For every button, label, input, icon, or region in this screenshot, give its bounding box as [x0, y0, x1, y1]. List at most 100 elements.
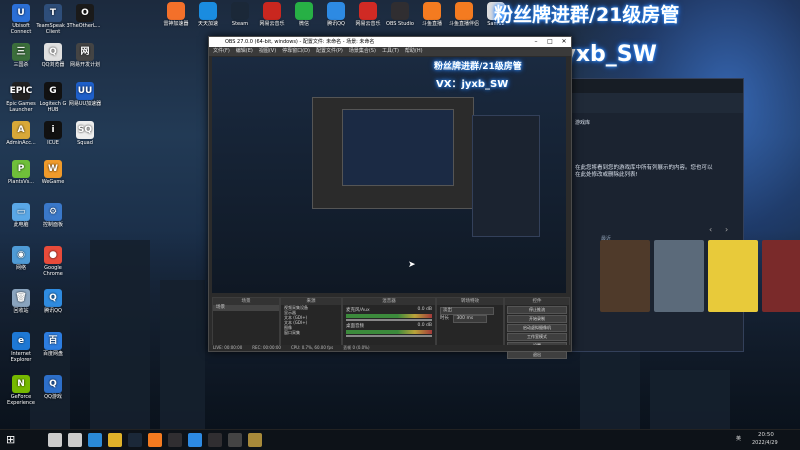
duration-input[interactable]: 300 ms — [453, 315, 488, 323]
obs-icon[interactable] — [168, 433, 182, 447]
desktop-icon[interactable]: 网易云音乐 — [256, 2, 288, 27]
desktop-icon[interactable]: W WeGame — [34, 160, 72, 185]
desktop-icon[interactable]: 腾讯QQ — [320, 2, 352, 27]
transition-select[interactable]: 淡出 — [440, 307, 494, 315]
obs-menu-item[interactable]: 文件(F) — [213, 47, 230, 56]
close-icon[interactable]: ✕ — [557, 37, 571, 47]
app-icon: A — [12, 121, 30, 139]
mixer-track-name: 桌面音频 — [346, 324, 364, 329]
steam-titlebar[interactable] — [571, 79, 743, 93]
desktop-icon[interactable]: SQ Squad — [66, 121, 104, 146]
game-card[interactable] — [708, 240, 758, 312]
desktop-icon[interactable]: OBS Studio — [384, 2, 416, 27]
control-button[interactable]: 开始录制 — [507, 315, 567, 323]
clock-date[interactable]: 2022/4/29 — [752, 440, 778, 446]
rec-status: REC: 00:00:00 — [252, 345, 281, 350]
clock-time[interactable]: 20:50 — [758, 432, 774, 438]
source-item[interactable]: 窗口采集 — [281, 330, 341, 335]
volume-meter — [346, 314, 432, 318]
app-icon: UU — [76, 82, 94, 100]
app-icon — [199, 2, 217, 20]
desktop-icon[interactable]: 网易云音乐 — [352, 2, 384, 27]
maximize-icon[interactable]: □ — [543, 37, 557, 47]
obs-menu-item[interactable]: 配置文件(P) — [316, 47, 343, 56]
app-icon: Q — [44, 289, 62, 307]
desktop-icon-label: 控制面板 — [42, 222, 63, 228]
desktop-icon-label: 腾讯QQ — [44, 308, 62, 314]
obs-preview[interactable]: 粉丝牌进群/21级房管 VX：jyxb_SW — [212, 57, 566, 293]
watermark-line1: 粉丝牌进群/21级房管 — [494, 4, 680, 26]
obs-titlebar[interactable]: OBS 27.0.0 (64-bit, windows) - 配置文件: 未命名… — [209, 37, 571, 47]
desktop-icon[interactable]: Q 腾讯QQ — [34, 289, 72, 314]
desktop-icon-label: 雷神加速器 — [163, 21, 189, 27]
steam-header — [571, 93, 743, 113]
obs-menubar: 文件(F) 编辑(E) 视图(V) 停靠窗口(D) 配置文件(P) 场景集合(S) 工具(T… — [209, 47, 571, 56]
game-card[interactable] — [762, 240, 800, 312]
desktop-icon-label: 百度网盘 — [42, 351, 63, 357]
steam-info-text: 在此您将看到您的游戏库中所有列展示的内容。您也可以在此处修改或删除此列表! — [575, 165, 713, 178]
live-status: LIVE: 00:00:00 — [213, 345, 243, 350]
obs-menu-item[interactable]: 停靠窗口(D) — [282, 47, 310, 56]
camera-icon[interactable] — [228, 433, 242, 447]
steam-arrow-left-icon[interactable]: ‹ — [709, 225, 712, 234]
desktop-icon[interactable]: Q QQ游戏 — [34, 375, 72, 400]
desktop-icon[interactable]: 百百度网盘 — [34, 332, 72, 357]
desktop-icon[interactable]: 微信 — [288, 2, 320, 27]
app-icon: T — [44, 4, 62, 22]
control-button[interactable]: 退出 — [507, 351, 567, 359]
control-button[interactable]: 启动虚拟摄像机 — [507, 324, 567, 332]
search-icon[interactable] — [48, 433, 62, 447]
obs-icon[interactable] — [208, 433, 222, 447]
desktop-icon-label: 网易UU加速器 — [68, 101, 102, 107]
desktop-icon[interactable]: Steam — [224, 2, 256, 27]
lol-icon[interactable] — [248, 433, 262, 447]
desktop-icon[interactable]: 天天加速 — [192, 2, 224, 27]
app-icon: O — [76, 4, 94, 22]
transitions-header: 转场特效 — [437, 298, 503, 305]
app-icon: 三 — [12, 43, 30, 61]
app-icon: SQ — [76, 121, 94, 139]
control-button[interactable]: 工作室模式 — [507, 333, 567, 341]
app-icon: G — [44, 82, 62, 100]
mixer-track-name: 麦克风/Aux — [346, 308, 370, 313]
minimize-icon[interactable]: – — [529, 37, 543, 47]
obs-menu-item[interactable]: 工具(T) — [382, 47, 399, 56]
desktop-icon[interactable]: ⚙ 控制面板 — [34, 203, 72, 228]
obs-menu-item[interactable]: 编辑(E) — [236, 47, 253, 56]
desktop-icon[interactable]: O TheOtherL... — [66, 4, 104, 29]
steam-arrow-right-icon[interactable]: › — [725, 225, 728, 234]
obs-menu-item[interactable]: 视图(V) — [259, 47, 276, 56]
desktop-icon[interactable]: 斗鱼直播 — [416, 2, 448, 27]
control-button[interactable]: 停止推流 — [507, 306, 567, 314]
steam-icon[interactable] — [128, 433, 142, 447]
desktop-icon[interactable]: ● Google Chrome — [34, 246, 72, 277]
scene-item[interactable]: 场景 — [213, 305, 279, 311]
desktop-icon[interactable]: 雷神加速器 — [160, 2, 192, 27]
douyu-icon[interactable] — [148, 433, 162, 447]
scenes-panel: 场景 场景 — [212, 297, 280, 347]
desktop-icon[interactable]: 斗鱼直播伴侣 — [448, 2, 480, 27]
obs-menu-item[interactable]: 场景集合(S) — [349, 47, 376, 56]
scenes-header: 场景 — [213, 298, 279, 305]
qq-icon[interactable] — [188, 433, 202, 447]
obs-title: OBS 27.0.0 (64-bit, windows) - 配置文件: 未命名… — [225, 39, 375, 45]
mixer-track-value: 0.0 dB — [417, 323, 432, 328]
start-icon[interactable]: ⊞ — [6, 433, 20, 447]
sources-header: 来源 — [281, 298, 341, 305]
task-view-icon[interactable] — [68, 433, 82, 447]
obs-menu-item[interactable]: 帮助(H) — [405, 47, 423, 56]
edge-icon[interactable] — [88, 433, 102, 447]
controls-header: 控件 — [505, 298, 569, 305]
desktop-icon[interactable]: UU 网易UU加速器 — [66, 82, 104, 107]
desktop-icon-label: OBS Studio — [386, 21, 414, 27]
game-card[interactable] — [600, 240, 650, 312]
volume-slider[interactable] — [346, 335, 432, 337]
app-icon — [359, 2, 377, 20]
app-icon — [167, 2, 185, 20]
game-card[interactable] — [654, 240, 704, 312]
volume-slider[interactable] — [346, 319, 432, 321]
input-language[interactable]: 英 — [736, 435, 741, 442]
obs-window[interactable]: OBS 27.0.0 (64-bit, windows) - 配置文件: 未命名… — [208, 36, 572, 359]
file-explorer-icon[interactable] — [108, 433, 122, 447]
desktop-icon[interactable]: 网网易开发计划 — [66, 43, 104, 68]
